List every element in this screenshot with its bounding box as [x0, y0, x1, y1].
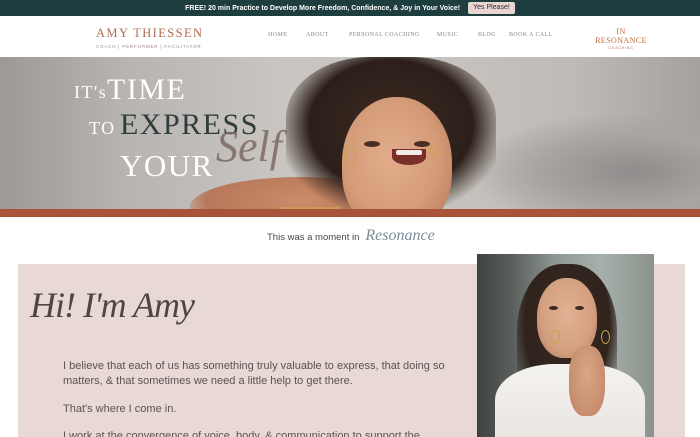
earring-icon [551, 330, 560, 344]
resonance-tagline: This was a moment in Resonance [267, 227, 435, 245]
hi-heading-script: Hi! I'm Amy [30, 285, 195, 325]
tagline-text: This was a moment in [267, 232, 360, 243]
hero-photo-eye [414, 141, 430, 147]
hero-script-self: Self [216, 122, 282, 171]
tagline-script: Resonance [365, 227, 435, 244]
portrait-arm [569, 346, 605, 416]
portrait-eye [575, 306, 584, 310]
nav-blog[interactable]: BLOG [478, 32, 496, 38]
in-resonance-name: IN RESONANCE [595, 27, 647, 45]
amy-portrait-photo [477, 254, 654, 437]
hero-line2-small: TO [89, 118, 116, 138]
about-paragraph: I work at the convergence of voice, body… [63, 430, 420, 437]
nav-personal-coaching[interactable]: PERSONAL COACHING [349, 32, 420, 38]
about-paragraph: That's where I come in. [63, 403, 177, 415]
hero-line3: YOUR [120, 148, 214, 183]
nav-home[interactable]: HOME [268, 32, 287, 38]
yes-please-button[interactable]: Yes Please! [468, 2, 515, 14]
nav-music[interactable]: MUSIC [437, 32, 458, 38]
hero-line1-small: IT's [74, 82, 108, 102]
portrait-eye [549, 306, 558, 310]
hero-photo-teeth [396, 150, 422, 155]
hero-accent-band [0, 209, 700, 217]
hero-photo-eye [364, 141, 380, 147]
in-resonance-logo[interactable]: IN RESONANCE COACHING [590, 27, 652, 50]
site-header: AMY THIESSEN COACH | PERFORMER | FACILIT… [0, 16, 700, 57]
announcement-text: FREE! 20 min Practice to Develop More Fr… [185, 4, 461, 12]
announcement-bar: FREE! 20 min Practice to Develop More Fr… [0, 0, 700, 16]
earring-icon [344, 145, 356, 165]
nav-book-a-call[interactable]: BOOK A CALL [509, 32, 553, 38]
earring-icon [601, 330, 610, 344]
about-paragraph: I believe that each of us has something … [63, 360, 445, 387]
in-resonance-sub: COACHING [608, 46, 634, 50]
hero-background-sofa [480, 115, 700, 209]
nav-about[interactable]: ABOUT [306, 32, 329, 38]
logo-tagline: COACH | PERFORMER | FACILITATOR [96, 44, 202, 49]
hero-line1-big: TIME [107, 73, 187, 106]
earring-icon [430, 145, 438, 155]
hero-banner: IT's TIME TO EXPRESS YOUR Self [0, 57, 700, 209]
